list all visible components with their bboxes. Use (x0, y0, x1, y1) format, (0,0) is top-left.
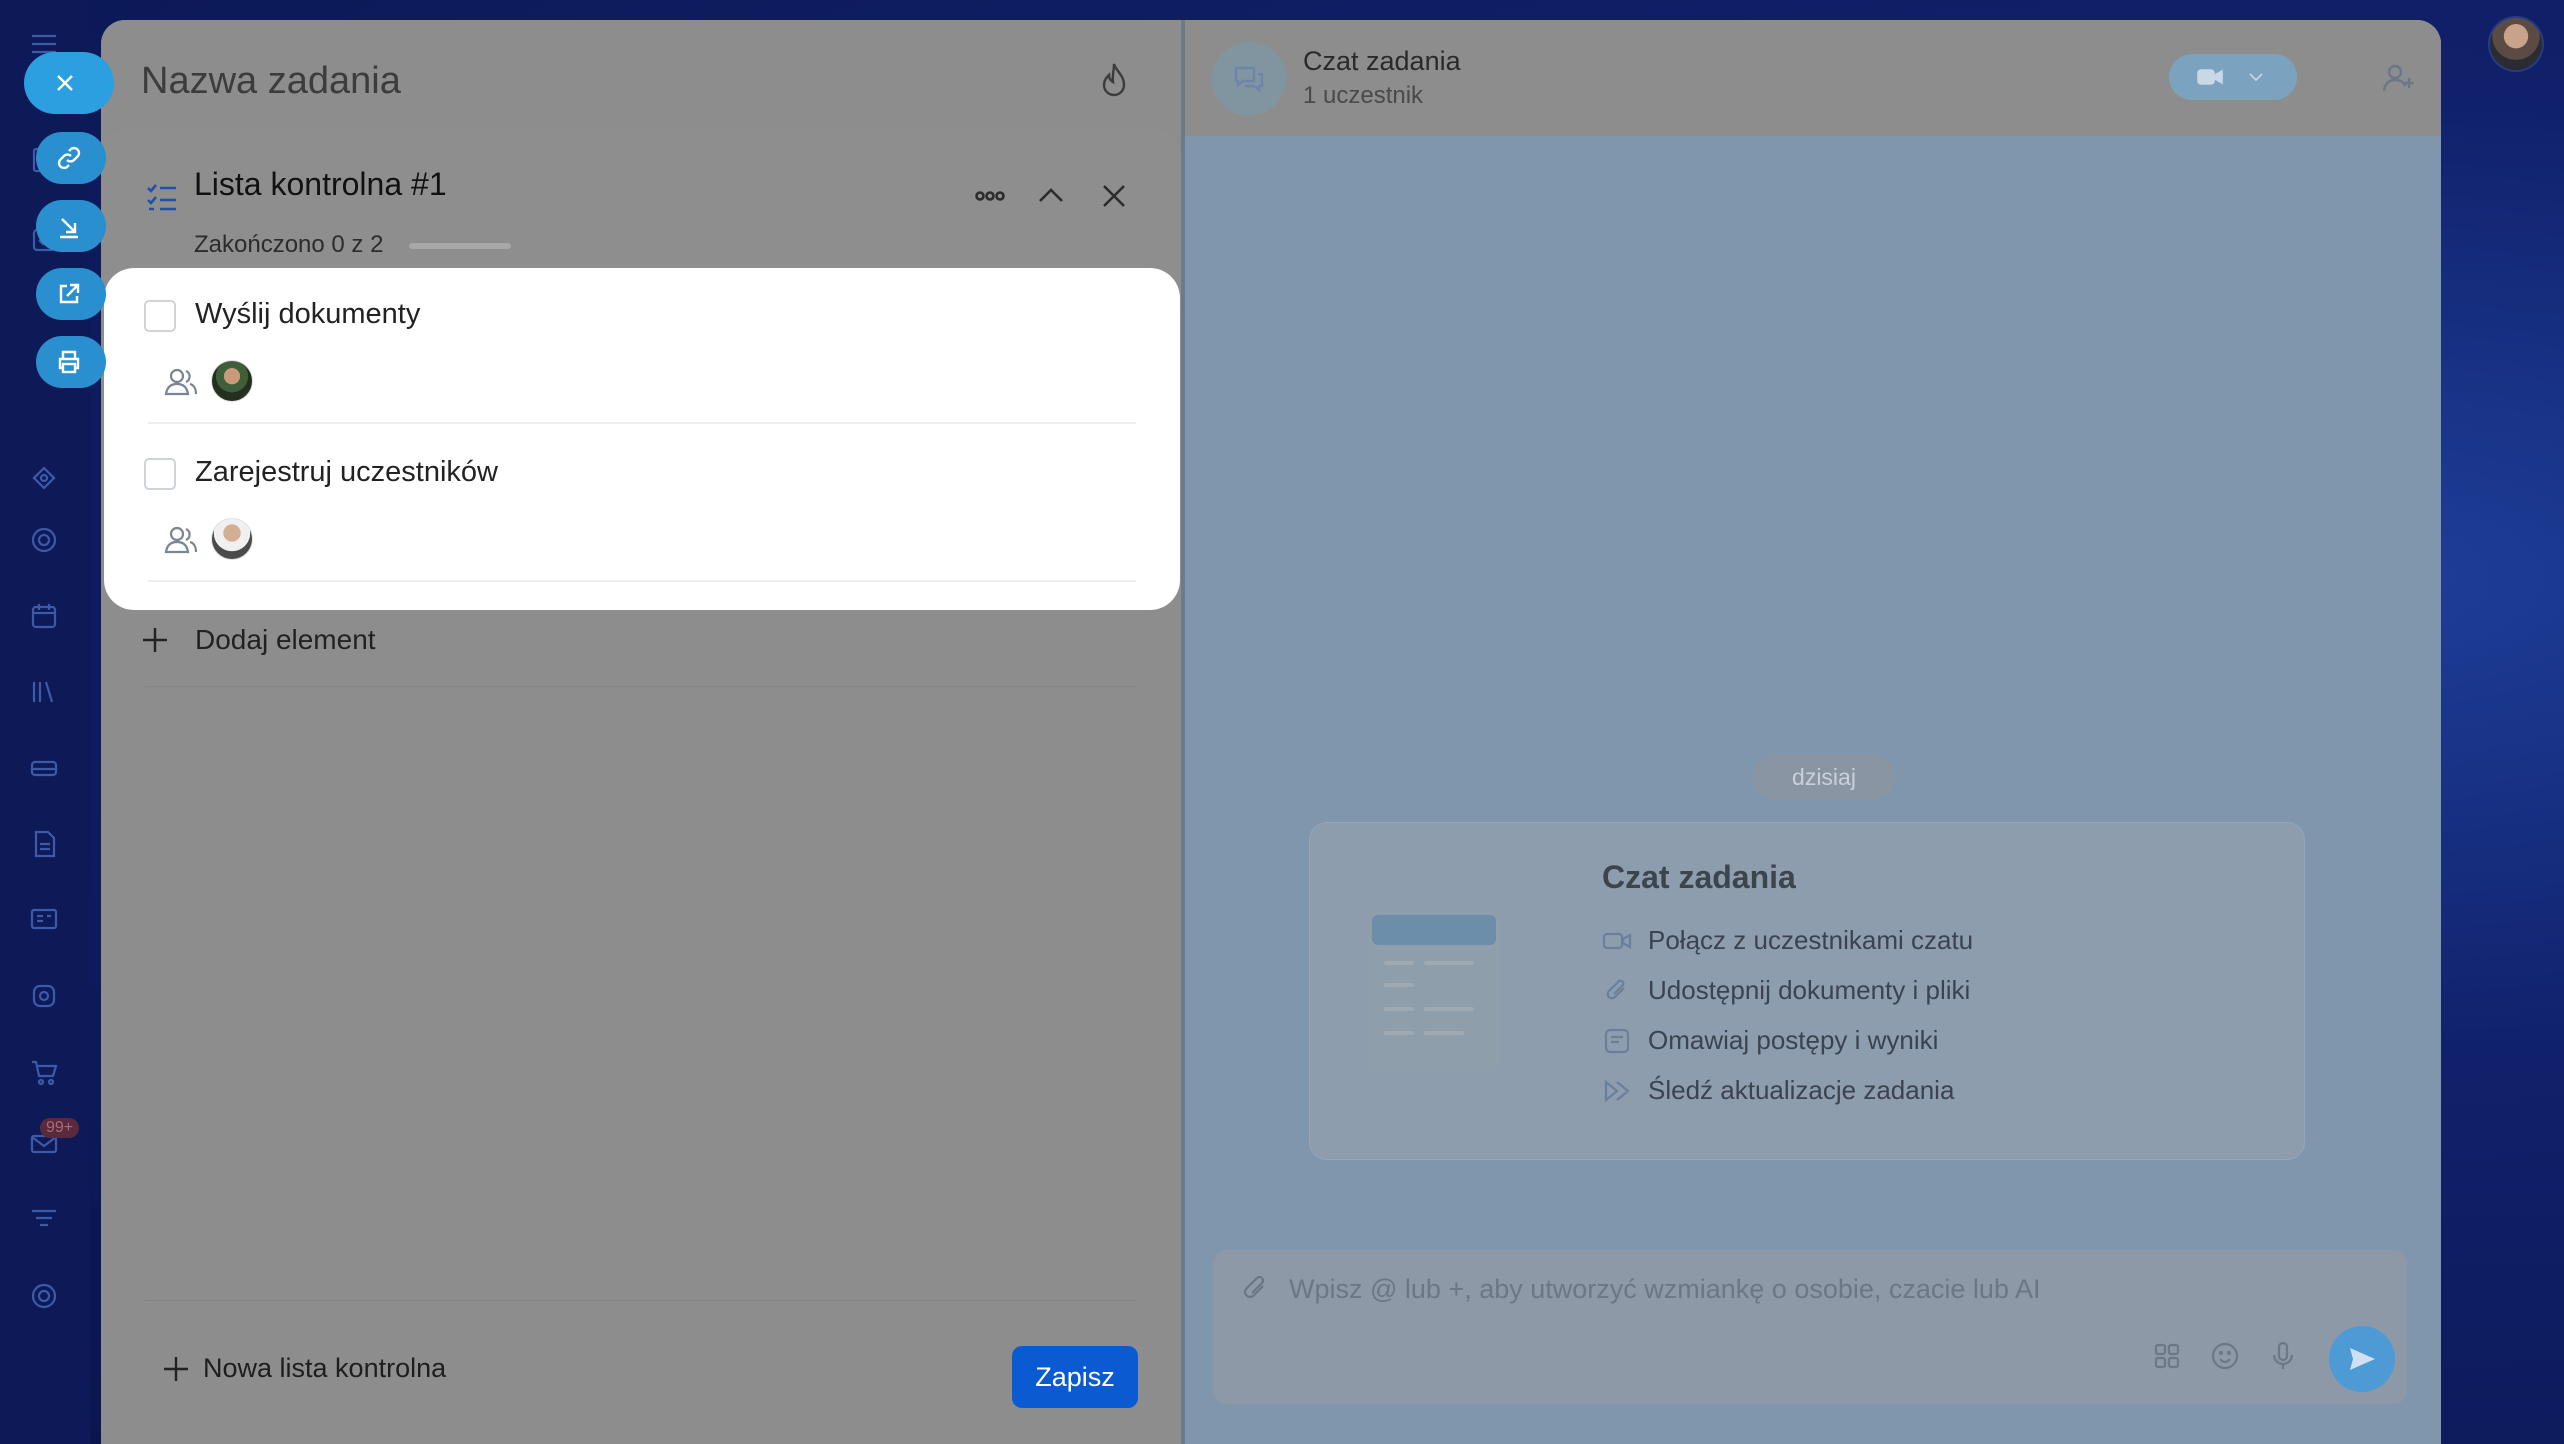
checklist-progress-bar (409, 243, 511, 249)
flame-icon[interactable] (1096, 60, 1132, 100)
people-icon[interactable] (164, 524, 198, 556)
close-panel-button[interactable] (24, 52, 114, 114)
date-separator: dzisiaj (1753, 754, 1895, 800)
add-user-icon[interactable] (2381, 60, 2421, 100)
external-link-icon (59, 283, 80, 304)
chat-title: Czat zadania (1303, 46, 1461, 76)
chat-header: Czat zadania 1 uczestnik (1181, 20, 2441, 136)
save-button[interactable]: Zapisz (1012, 1346, 1138, 1408)
send-icon (2350, 1348, 2375, 1370)
new-checklist-label: Nowa lista kontrolna (203, 1353, 447, 1383)
mail-badge: 99+ (40, 1118, 80, 1138)
plus-icon (164, 1356, 188, 1381)
forward-icon (1604, 1079, 1630, 1102)
chat-illustration (1368, 911, 1500, 1073)
item-label[interactable]: Zarejestruj uczestników (195, 456, 498, 489)
video-call-button[interactable] (2169, 54, 2297, 100)
feature-text: Połącz z uczestnikami czatu (1648, 925, 1974, 955)
chat-pane: Czat zadania 1 uczestnik dzisiaj Czat za (1181, 20, 2441, 1444)
feature-item: Udostępnij dokumenty i pliki (1602, 975, 1970, 1006)
add-item-label: Dodaj element (195, 624, 376, 655)
chevron-down-icon (2249, 73, 2263, 82)
video-icon (1602, 932, 1632, 949)
chat-icon (1234, 66, 1264, 93)
checklist-progress-text: Zakończono 0 z 2 (194, 231, 384, 258)
checklist-item: Wyślij dokumenty (104, 268, 1180, 424)
chat-avatar (1212, 42, 1286, 116)
close-icon[interactable] (1094, 176, 1134, 216)
assignee-avatar[interactable] (211, 360, 253, 402)
sites-icon[interactable] (24, 520, 64, 560)
checklist-icon (145, 180, 179, 214)
documents-icon[interactable] (24, 824, 64, 864)
feature-text: Udostępnij dokumenty i pliki (1648, 975, 1971, 1005)
checklist-items: Wyślij dokumenty Zarejestruj uczestników (104, 268, 1180, 610)
assignee-avatar[interactable] (211, 518, 253, 560)
footer-divider (145, 1300, 1137, 1301)
feature-text: Omawiaj postępy i wyniki (1648, 1025, 1939, 1055)
filter-icon[interactable] (24, 1200, 64, 1240)
message-icon (1604, 1028, 1630, 1053)
paperclip-icon[interactable] (1239, 1274, 1273, 1308)
apps-icon[interactable] (2151, 1340, 2187, 1376)
new-checklist-button[interactable]: Nowa lista kontrolna (161, 1353, 446, 1384)
cart-icon[interactable] (24, 1052, 64, 1092)
chat-intro-card: Czat zadania Połącz z uczestnikami czatu… (1309, 822, 2305, 1160)
drive-icon[interactable] (24, 748, 64, 788)
people-icon[interactable] (164, 366, 198, 398)
knowledge-icon[interactable] (24, 672, 64, 712)
paperclip-icon (1606, 979, 1625, 999)
boards-icon[interactable] (24, 900, 64, 940)
minimize-icon (60, 218, 78, 239)
message-input[interactable]: Wpisz @ lub +, aby utworzyć wzmiankę o o… (1289, 1274, 2040, 1305)
item-label[interactable]: Wyślij dokumenty (195, 298, 420, 331)
card-title: Czat zadania (1602, 859, 1796, 895)
task-pane: Nazwa zadania Lista kontrolna #1 Zakończ… (101, 20, 1181, 1444)
item-divider (148, 580, 1136, 582)
print-button[interactable] (36, 336, 106, 388)
crm-icon[interactable] (24, 460, 64, 500)
item-divider (148, 422, 1136, 424)
collapse-icon[interactable] (1031, 176, 1071, 216)
printer-icon (58, 350, 80, 374)
message-composer[interactable]: Wpisz @ lub +, aby utworzyć wzmiankę o o… (1213, 1250, 2407, 1404)
emoji-icon[interactable] (2209, 1340, 2245, 1376)
item-checkbox[interactable] (144, 300, 176, 332)
plus-icon (143, 628, 167, 652)
pane-divider (1181, 20, 1185, 1444)
chat-subtitle[interactable]: 1 uczestnik (1303, 82, 1423, 110)
microphone-icon[interactable] (2267, 1340, 2303, 1376)
feature-item: Omawiaj postępy i wyniki (1602, 1025, 1938, 1056)
checklist-item: Zarejestruj uczestników (104, 426, 1180, 582)
feature-item: Śledź aktualizacje zadania (1602, 1075, 1954, 1106)
video-icon (2197, 69, 2223, 85)
task-title[interactable]: Nazwa zadania (141, 60, 401, 103)
more-icon[interactable] (970, 176, 1010, 216)
calendar-icon[interactable] (24, 596, 64, 636)
copy-link-button[interactable] (36, 132, 106, 184)
task-modal: Nazwa zadania Lista kontrolna #1 Zakończ… (101, 20, 2441, 1444)
feature-text: Śledź aktualizacje zadania (1648, 1075, 1955, 1105)
settings-icon[interactable] (24, 1276, 64, 1316)
send-button[interactable] (2329, 1326, 2395, 1392)
feature-item: Połącz z uczestnikami czatu (1602, 925, 1973, 956)
checklist-title[interactable]: Lista kontrolna #1 (194, 166, 447, 203)
close-icon (57, 75, 73, 91)
automation-icon[interactable] (24, 976, 64, 1016)
open-new-window-button[interactable] (36, 268, 106, 320)
divider (145, 686, 1137, 688)
item-checkbox[interactable] (144, 458, 176, 490)
user-avatar[interactable] (2488, 16, 2544, 72)
add-item-button[interactable]: Dodaj element (139, 620, 376, 660)
minimize-button[interactable] (36, 200, 106, 252)
link-icon (57, 146, 81, 170)
